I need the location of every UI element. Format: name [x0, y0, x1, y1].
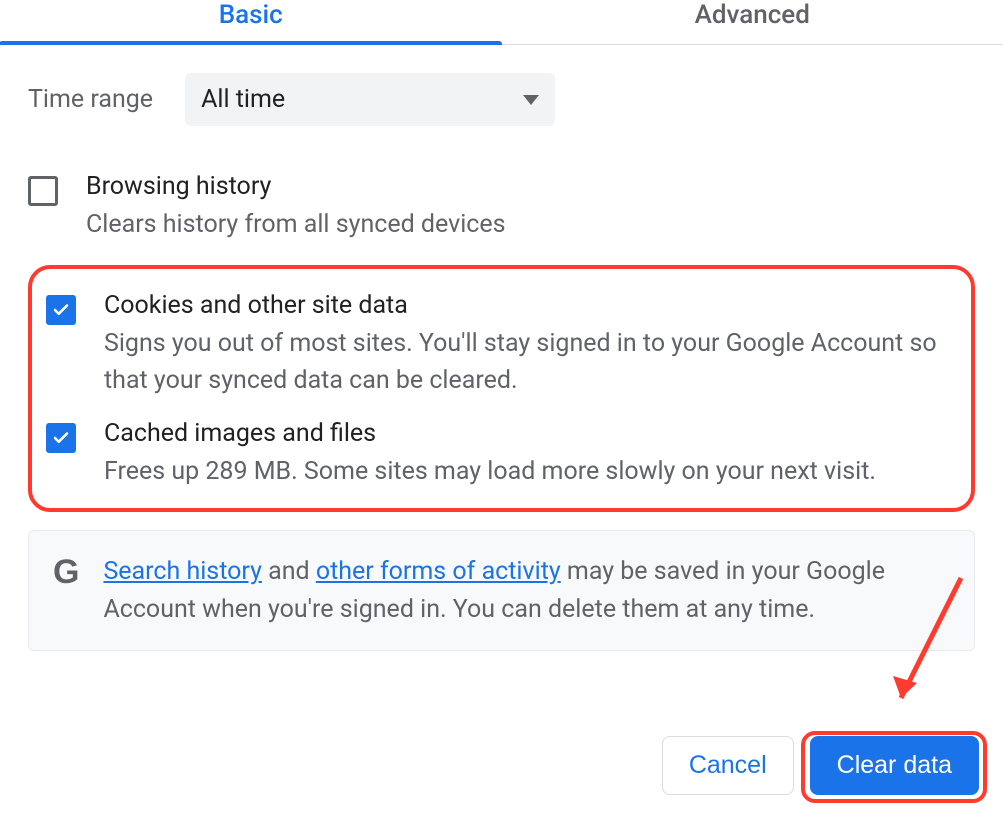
info-middle: and [262, 557, 316, 586]
tab-basic[interactable]: Basic [0, 0, 502, 44]
annotation-highlight-options: Cookies and other site data Signs you ou… [28, 265, 975, 512]
time-range-label: Time range [28, 85, 153, 114]
tab-advanced[interactable]: Advanced [502, 0, 1003, 44]
option-text: Cached images and files Frees up 289 MB.… [104, 419, 876, 490]
option-browsing-history: Browsing history Clears history from all… [28, 162, 975, 261]
option-desc: Frees up 289 MB. Some sites may load mor… [104, 454, 876, 490]
option-cache: Cached images and files Frees up 289 MB.… [46, 409, 957, 500]
time-range-select[interactable]: All time [185, 73, 555, 126]
link-other-activity[interactable]: other forms of activity [316, 557, 561, 586]
checkbox-cache[interactable] [46, 423, 76, 453]
google-account-info: G Search history and other forms of acti… [28, 530, 975, 651]
option-title: Cookies and other site data [104, 291, 957, 320]
option-desc: Clears history from all synced devices [86, 207, 506, 243]
link-search-history[interactable]: Search history [103, 557, 261, 586]
option-text: Cookies and other site data Signs you ou… [104, 291, 957, 399]
checkmark-icon [52, 301, 70, 319]
chevron-down-icon [523, 95, 539, 105]
time-range-value: All time [201, 85, 285, 114]
dialog-actions: Cancel Clear data [662, 736, 979, 795]
option-title: Cached images and files [104, 419, 876, 448]
dialog-content: Time range All time Browsing history Cle… [0, 45, 1003, 651]
checkmark-icon [52, 429, 70, 447]
option-text: Browsing history Clears history from all… [86, 172, 506, 243]
clear-data-button[interactable]: Clear data [810, 736, 979, 795]
checkbox-cookies[interactable] [46, 295, 76, 325]
tabs: Basic Advanced [0, 0, 1003, 45]
info-text: Search history and other forms of activi… [103, 553, 950, 628]
option-desc: Signs you out of most sites. You'll stay… [104, 326, 957, 399]
google-g-icon: G [53, 555, 79, 589]
time-range-row: Time range All time [28, 73, 975, 126]
option-title: Browsing history [86, 172, 506, 201]
checkbox-browsing-history[interactable] [28, 176, 58, 206]
cancel-button[interactable]: Cancel [662, 736, 794, 795]
option-cookies: Cookies and other site data Signs you ou… [46, 281, 957, 409]
